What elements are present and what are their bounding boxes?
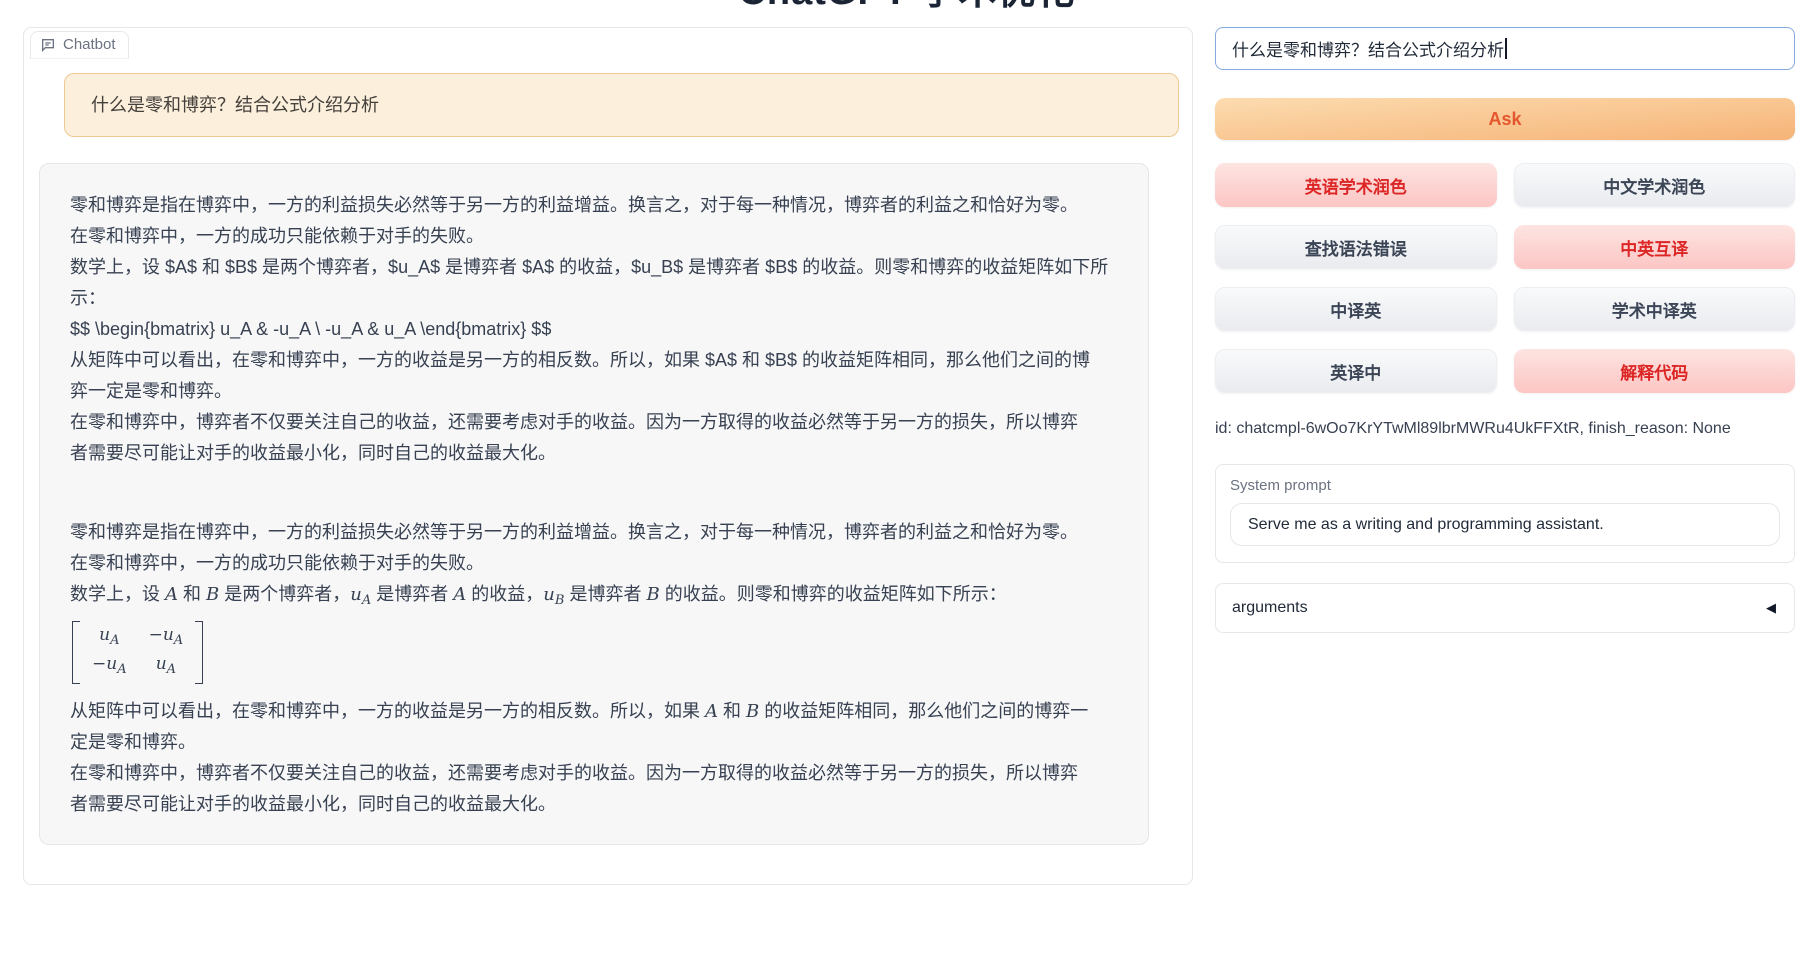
matrix-cell: −uA	[92, 653, 127, 681]
bot-rendered-line: 在零和博弈中，一方的成功只能依赖于对手的失败。	[70, 548, 1118, 579]
control-column: 什么是零和博弈？结合公式介绍分析 Ask 英语学术润色 中文学术润色 查找语法错…	[1215, 27, 1795, 633]
text-segment: 的收益矩阵相同，那么他们之间的博弈一	[759, 701, 1088, 721]
bot-rendered-line: 零和博弈是指在博弈中，一方的利益损失必然等于另一方的利益增益。换言之，对于每一种…	[70, 517, 1118, 548]
btn-en-to-zh[interactable]: 英译中	[1215, 349, 1497, 393]
user-message-bubble: 什么是零和博弈？结合公式介绍分析	[64, 73, 1179, 137]
math-var: u	[350, 584, 362, 605]
chat-bubble-icon	[40, 37, 56, 53]
btn-zh-en-mutual-translate[interactable]: 中英互译	[1514, 225, 1796, 269]
chatbot-label: Chatbot	[30, 31, 129, 59]
math-subscript: A	[362, 593, 371, 608]
accordion-collapse-icon: ◀	[1766, 600, 1776, 616]
bot-message-bubble: 零和博弈是指在博弈中，一方的利益损失必然等于另一方的利益增益。换言之，对于每一种…	[39, 163, 1149, 845]
matrix-bracket-left	[72, 621, 80, 684]
text-segment: 的收益。则零和博弈的收益矩阵如下所示：	[660, 584, 1007, 604]
payoff-matrix: uA −uA −uA uA	[72, 621, 1118, 689]
bot-rendered-line: 者需要尽可能让对手的收益最小化，同时自己的收益最大化。	[70, 789, 1118, 820]
system-prompt-label: System prompt	[1230, 477, 1780, 494]
text-segment: 从矩阵中可以看出，在零和博弈中，一方的收益是另一方的相反数。所以，如果	[70, 701, 705, 721]
btn-zh-to-en[interactable]: 中译英	[1215, 287, 1497, 331]
bot-raw-latex-line: $$ \begin{bmatrix} u_A & -u_A \ -u_A & u…	[70, 314, 1118, 345]
bot-raw-line: 在零和博弈中，博弈者不仅要关注自己的收益，还需要考虑对手的收益。因为一方取得的收…	[70, 407, 1118, 438]
btn-english-academic-polish[interactable]: 英语学术润色	[1215, 163, 1497, 207]
arguments-accordion-label: arguments	[1232, 599, 1308, 617]
math-var: A	[453, 584, 466, 605]
chat-history[interactable]: 什么是零和博弈？结合公式介绍分析 零和博弈是指在博弈中，一方的利益损失必然等于另…	[24, 59, 1192, 845]
bot-rendered-line-math: 数学上，设 A 和 B 是两个博弈者，uA 是博弈者 A 的收益，uB 是博弈者…	[70, 579, 1118, 616]
bot-raw-line: 数学上，设 $A$ 和 $B$ 是两个博弈者，$u_A$ 是博弈者 $A$ 的收…	[70, 252, 1118, 283]
math-var: B	[746, 701, 759, 722]
math-var: A	[165, 584, 178, 605]
bot-raw-line: 者需要尽可能让对手的收益最小化，同时自己的收益最大化。	[70, 438, 1118, 469]
action-button-grid: 英语学术润色 中文学术润色 查找语法错误 中英互译 中译英 学术中译英 英译中 …	[1215, 163, 1795, 393]
system-prompt-panel: System prompt Serve me as a writing and …	[1215, 464, 1795, 563]
completion-status-line: id: chatcmpl-6wOo7KrYTwMl89lbrMWRu4UkFFX…	[1215, 420, 1795, 438]
btn-academic-zh-to-en[interactable]: 学术中译英	[1514, 287, 1796, 331]
bot-raw-answer: 零和博弈是指在博弈中，一方的利益损失必然等于另一方的利益增益。换言之，对于每一种…	[70, 190, 1118, 469]
arguments-accordion[interactable]: arguments ◀	[1215, 583, 1795, 633]
math-var: u	[543, 584, 555, 605]
chatbot-label-text: Chatbot	[63, 36, 116, 53]
page-title-cropped: ChatGPT 学术优化	[0, 0, 1814, 8]
math-var: B	[206, 584, 219, 605]
bot-rendered-answer: 零和博弈是指在博弈中，一方的利益损失必然等于另一方的利益增益。换言之，对于每一种…	[70, 517, 1118, 820]
question-input-value: 什么是零和博弈？结合公式介绍分析	[1232, 36, 1504, 61]
text-segment: 和	[718, 701, 746, 721]
bot-raw-line: 零和博弈是指在博弈中，一方的利益损失必然等于另一方的利益增益。换言之，对于每一种…	[70, 190, 1118, 221]
bot-raw-line: 弈一定是零和博弈。	[70, 376, 1118, 407]
user-message-text: 什么是零和博弈？结合公式介绍分析	[91, 95, 379, 115]
question-input[interactable]: 什么是零和博弈？结合公式介绍分析	[1215, 27, 1795, 70]
btn-explain-code[interactable]: 解释代码	[1514, 349, 1796, 393]
bot-rendered-line: 在零和博弈中，博弈者不仅要关注自己的收益，还需要考虑对手的收益。因为一方取得的收…	[70, 758, 1118, 789]
matrix-cell: uA	[149, 653, 184, 681]
text-segment: 是博弈者	[564, 584, 646, 604]
system-prompt-value: Serve me as a writing and programming as…	[1248, 516, 1604, 534]
main-row: Chatbot 什么是零和博弈？结合公式介绍分析 零和博弈是指在博弈中，一方的利…	[0, 8, 1814, 885]
btn-find-grammar-errors[interactable]: 查找语法错误	[1215, 225, 1497, 269]
btn-chinese-academic-polish[interactable]: 中文学术润色	[1514, 163, 1796, 207]
text-segment: 的收益，	[466, 584, 543, 604]
bot-rendered-line: 定是零和博弈。	[70, 727, 1118, 758]
bot-raw-line: 在零和博弈中，一方的成功只能依赖于对手的失败。	[70, 221, 1118, 252]
text-segment: 是两个博弈者，	[219, 584, 350, 604]
bot-raw-line: 示：	[70, 283, 1118, 314]
bot-rendered-line-math: 从矩阵中可以看出，在零和博弈中，一方的收益是另一方的相反数。所以，如果 A 和 …	[70, 696, 1118, 727]
matrix-cell: uA	[92, 624, 127, 652]
matrix-bracket-right	[195, 621, 203, 684]
text-segment: 和	[178, 584, 206, 604]
text-caret	[1505, 38, 1507, 59]
ask-button[interactable]: Ask	[1215, 98, 1795, 140]
page-title: ChatGPT 学术优化	[0, 0, 1814, 8]
text-segment: 是博弈者	[371, 584, 453, 604]
matrix-cell: −uA	[149, 624, 184, 652]
chatbot-panel: Chatbot 什么是零和博弈？结合公式介绍分析 零和博弈是指在博弈中，一方的利…	[23, 27, 1193, 885]
text-segment: 数学上，设	[70, 584, 165, 604]
bot-raw-line: 从矩阵中可以看出，在零和博弈中，一方的收益是另一方的相反数。所以，如果 $A$ …	[70, 345, 1118, 376]
system-prompt-input[interactable]: Serve me as a writing and programming as…	[1230, 503, 1780, 546]
math-var: A	[705, 701, 718, 722]
math-var: B	[646, 584, 659, 605]
